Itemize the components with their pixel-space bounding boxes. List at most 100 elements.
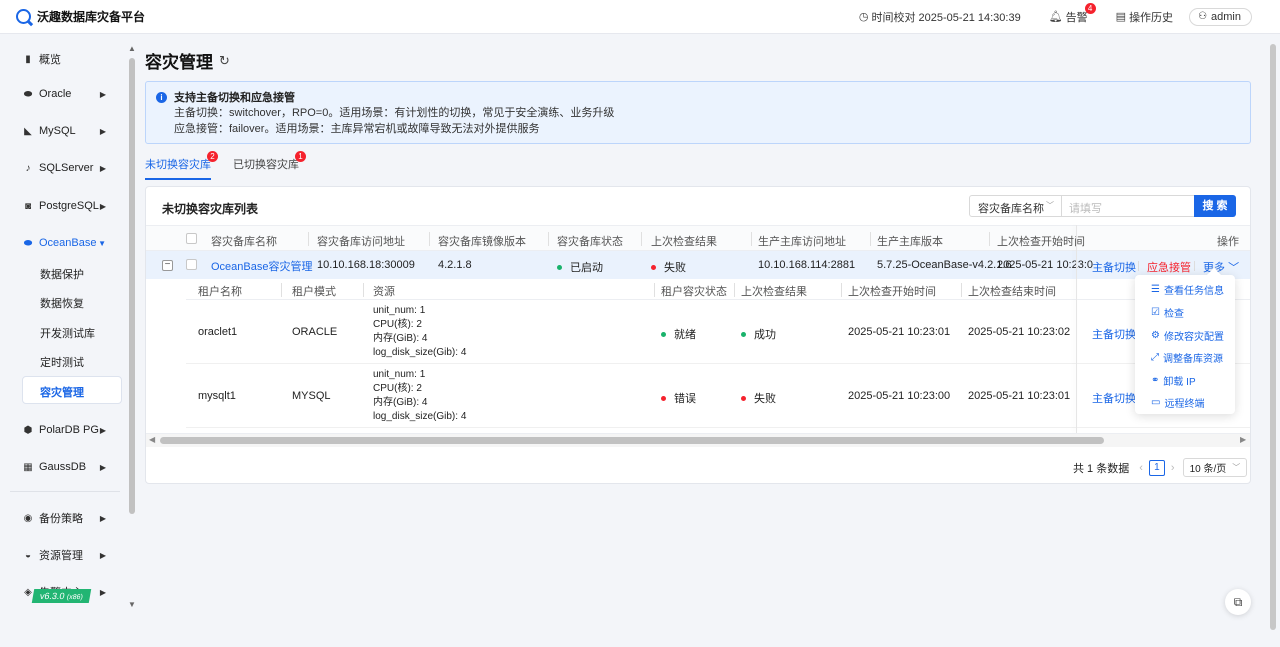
tab-switched[interactable]: 已切换容灾库 1 <box>233 151 306 180</box>
sidebar-item-oracle[interactable]: ⬬ Oracle ▶ <box>22 88 106 100</box>
page-size-select[interactable]: 10 条/页 ﹀ <box>1182 458 1248 477</box>
sidebar-item-label: 备份策略 <box>39 513 83 525</box>
col-tenant-name: 租户名称 <box>198 286 242 298</box>
app-logo[interactable]: 沃趣数据库灾备平台 <box>16 8 145 25</box>
copy-icon[interactable]: ⧉ <box>1225 589 1251 615</box>
tenant-name: mysqlt1 <box>198 390 236 402</box>
menu-item-label: 调整备库资源 <box>1163 354 1223 365</box>
res-cpu: CPU(核): 2 <box>373 319 422 330</box>
next-page-icon[interactable]: › <box>1171 462 1175 474</box>
menu-item-remote-terminal[interactable]: ▭ 远程终端 <box>1151 395 1204 410</box>
refresh-icon[interactable]: ↻ <box>219 53 230 69</box>
sidebar-item-gaussdb[interactable]: ▦ GaussDB ▶ <box>22 461 106 473</box>
table-header: 容灾备库名称 容灾备库访问地址 容灾备库镜像版本 容灾备库状态 上次检查结果 生… <box>146 225 1250 251</box>
resource-icon: ◒ <box>24 549 32 561</box>
page-title: 容灾管理 ↻ <box>145 48 230 73</box>
select-all-checkbox[interactable] <box>186 233 197 244</box>
tenant-row[interactable]: mysqlt1 MYSQL unit_num: 1 CPU(核): 2 内存(G… <box>186 364 1250 428</box>
sidebar-scrollbar[interactable]: ▲ ▼ <box>128 44 136 612</box>
col-prod-address: 生产主库访问地址 <box>758 236 846 248</box>
failover-button[interactable]: 应急接管 <box>1147 259 1191 275</box>
info-line-switchover: 主备切换：switchover，RPO=0。适用场景：有计划性的切换，常见于安全… <box>174 107 615 119</box>
menu-item-adjust-resource[interactable]: ⤢ 调整备库资源 <box>1151 350 1223 365</box>
tenant-check-result: 成功 <box>741 326 776 342</box>
col-divider <box>989 232 990 246</box>
tab-label: 已切换容灾库 <box>233 159 299 171</box>
status-dot-icon <box>741 331 746 337</box>
horizontal-scroll-thumb[interactable] <box>160 437 1104 444</box>
menu-item-label: 卸载 IP <box>1163 377 1196 388</box>
row-checkbox[interactable] <box>186 259 197 270</box>
sidebar-item-polardb[interactable]: ⬢ PolarDB PG ▶ <box>22 424 106 436</box>
tenant-switchover-button[interactable]: 主备切换 <box>1092 326 1136 342</box>
sidebar-item-mysql[interactable]: ◣ MySQL ▶ <box>22 125 106 137</box>
status-dot-icon <box>741 395 746 401</box>
sidebar-sub-data-protection[interactable]: 数据保护 <box>40 266 84 282</box>
tenant-check-end: 2025-05-21 10:23:01 <box>968 390 1071 402</box>
sidebar-item-label: SQLServer <box>39 162 94 174</box>
scroll-left-icon[interactable]: ◀ <box>149 435 155 444</box>
prev-page-icon[interactable]: ‹ <box>1139 462 1143 474</box>
sidebar-sub-data-recovery[interactable]: 数据恢复 <box>40 295 84 311</box>
tenant-mode: MYSQL <box>292 390 331 402</box>
tab-badge: 1 <box>295 151 306 162</box>
chevron-down-icon: ﹀ <box>1232 463 1241 472</box>
menu-item-task-info[interactable]: ☰ 查看任务信息 <box>1151 282 1224 297</box>
scroll-up-icon[interactable]: ▲ <box>128 44 136 53</box>
version-badge: v6.3.0 (x86) <box>31 589 92 603</box>
user-menu[interactable]: ⚇ admin <box>1189 7 1252 26</box>
menu-item-unmount-ip[interactable]: ⚭ 卸载 IP <box>1151 373 1196 388</box>
col-tenant-check-start: 上次检查开始时间 <box>848 286 936 298</box>
chevron-right-icon: ▶ <box>99 126 106 136</box>
col-image-version: 容灾备库镜像版本 <box>438 236 526 248</box>
collapse-row-icon[interactable]: − <box>162 260 173 271</box>
sidebar-item-overview[interactable]: ▮ 概览 <box>22 51 106 67</box>
sidebar-item-backup-policy[interactable]: ◉ 备份策略 ▶ <box>22 510 106 526</box>
table-horizontal-scrollbar[interactable]: ◀ ▶ <box>146 433 1250 447</box>
tab-unswitched[interactable]: 未切换容灾库 2 <box>145 151 218 180</box>
sidebar-item-oceanbase[interactable]: ⬬ OceanBase ▼ <box>22 237 106 249</box>
search-field-select[interactable]: 容灾备库名称 ﹀ <box>969 195 1062 217</box>
time-check[interactable]: ◷ 时间校对 2025-05-21 14:30:39 <box>859 9 1021 25</box>
history-button[interactable]: ▤ 操作历史 <box>1116 9 1173 25</box>
sidebar-item-resource[interactable]: ◒ 资源管理 ▶ <box>22 547 106 563</box>
sidebar-item-label: Oracle <box>39 88 72 100</box>
col-prod-version: 生产主库版本 <box>877 236 943 248</box>
sidebar-scroll-thumb[interactable] <box>129 58 135 514</box>
search-button[interactable]: 搜 索 <box>1194 195 1236 217</box>
tenant-row[interactable]: oraclet1 ORACLE unit_num: 1 CPU(核): 2 内存… <box>186 300 1250 364</box>
scroll-right-icon[interactable]: ▶ <box>1240 435 1246 444</box>
col-divider <box>654 283 655 297</box>
sidebar-item-label: 概览 <box>39 54 61 66</box>
tenant-switchover-button[interactable]: 主备切换 <box>1092 390 1136 406</box>
backup-icon: ◉ <box>23 512 33 524</box>
sidebar-item-sqlserver[interactable]: ♪ SQLServer ▶ <box>22 162 107 174</box>
resize-icon: ⤢ <box>1151 352 1159 363</box>
action-divider <box>1194 261 1195 271</box>
scroll-down-icon[interactable]: ▼ <box>128 600 136 609</box>
page-scroll-thumb[interactable] <box>1270 44 1276 630</box>
res-unit-num: unit_num: 1 <box>373 305 426 316</box>
menu-item-check[interactable]: ☑ 检查 <box>1151 305 1184 320</box>
sidebar-sub-scheduled-test[interactable]: 定时测试 <box>40 354 84 370</box>
search-input[interactable]: 请填写 <box>1061 195 1195 217</box>
alarm-label: 告警 <box>1065 11 1088 24</box>
col-tenant-dr-status: 租户容灾状态 <box>661 286 727 298</box>
sidebar-sub-dev-test[interactable]: 开发测试库 <box>40 325 95 341</box>
res-memory: 内存(GiB): 4 <box>373 397 428 408</box>
row-name-link[interactable]: OceanBase容灾管理 <box>211 258 312 274</box>
tenant-check-result-text: 失败 <box>754 393 776 405</box>
switchover-button[interactable]: 主备切换 <box>1092 259 1136 275</box>
page-title-text: 容灾管理 <box>145 53 213 72</box>
chevron-right-icon: ▶ <box>99 425 106 435</box>
page-number-button[interactable]: 1 <box>1148 459 1165 476</box>
chevron-right-icon: ▶ <box>99 89 106 99</box>
sidebar-sub-dr-management[interactable]: 容灾管理 <box>40 384 84 400</box>
sqlserver-icon: ♪ <box>25 162 31 174</box>
page-scrollbar[interactable] <box>1268 34 1278 647</box>
table-row[interactable]: − OceanBase容灾管理 10.10.168.18:30009 4.2.1… <box>146 251 1250 279</box>
database-icon: ⬬ <box>23 88 33 100</box>
alarm-button[interactable]: 🔔︎ 告警 4 <box>1049 2 1096 25</box>
menu-item-modify-config[interactable]: ⚙ 修改容灾配置 <box>1151 328 1224 343</box>
sidebar-item-postgresql[interactable]: ◙ PostgreSQL ▶ <box>22 200 106 212</box>
